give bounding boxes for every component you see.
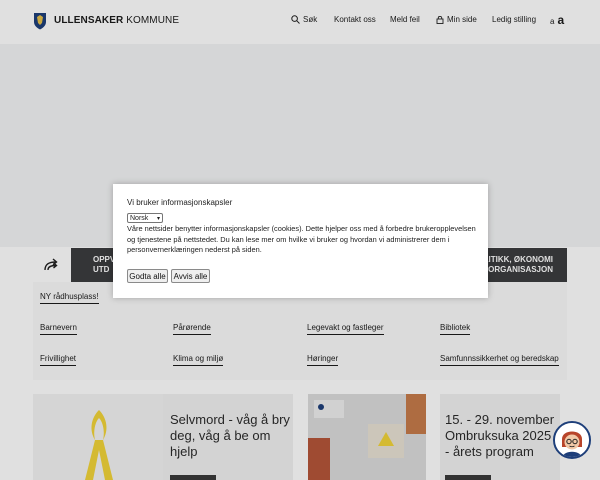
cookie-dialog-text: Våre nettsider benytter informasjonskaps… bbox=[127, 224, 476, 254]
cookie-dialog-title: Vi bruker informasjonskapsler bbox=[127, 198, 233, 207]
chevron-down-icon: ▾ bbox=[156, 216, 160, 222]
reject-all-button[interactable]: Avvis alle bbox=[171, 269, 210, 283]
chat-avatar-icon bbox=[555, 423, 589, 457]
cookie-consent-dialog: Vi bruker informasjonskapsler Norsk ▾ Vå… bbox=[113, 184, 488, 298]
accept-all-button[interactable]: Godta alle bbox=[127, 269, 168, 283]
chat-assistant-button[interactable] bbox=[553, 421, 591, 459]
language-select[interactable]: Norsk ▾ bbox=[127, 213, 163, 223]
language-select-value: Norsk bbox=[130, 214, 149, 222]
